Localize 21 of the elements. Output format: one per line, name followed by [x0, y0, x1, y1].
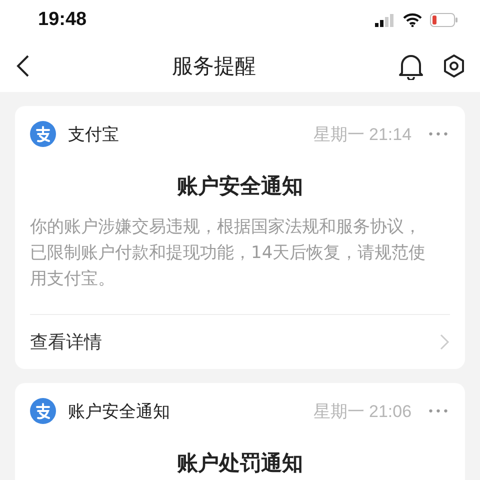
notice-time: 星期一 21:14 — [313, 124, 412, 146]
status-time: 19:48 — [38, 9, 87, 31]
bell-icon[interactable] — [398, 52, 424, 80]
app-logo-icon — [30, 121, 56, 147]
signal-icon — [375, 14, 395, 26]
app-logo-icon — [30, 398, 56, 424]
battery-icon — [430, 13, 458, 27]
back-icon[interactable] — [16, 54, 30, 78]
notice-title: 账户处罚通知 — [176, 450, 304, 477]
page-title: 服务提醒 — [172, 53, 256, 80]
settings-icon[interactable] — [442, 54, 466, 78]
more-button[interactable]: ••• — [428, 128, 450, 140]
details-link[interactable]: 查看详情 — [30, 314, 450, 369]
chevron-icon — [440, 334, 450, 350]
sender-name: 支付宝 — [68, 124, 120, 146]
notice-title: 账户安全通知 — [176, 173, 304, 200]
wifi-icon — [403, 13, 422, 27]
more-button[interactable]: ••• — [428, 404, 450, 418]
notice-body: 你的账户涉嫌交易违规，根据国家法规和服务协议，已限制账户付款和提现功能，14天后恢复，请规范使用支付宝。 — [30, 216, 427, 291]
notice-time: 星期一 21:06 — [313, 400, 412, 422]
sender-name: 账户安全通知 — [68, 400, 171, 422]
